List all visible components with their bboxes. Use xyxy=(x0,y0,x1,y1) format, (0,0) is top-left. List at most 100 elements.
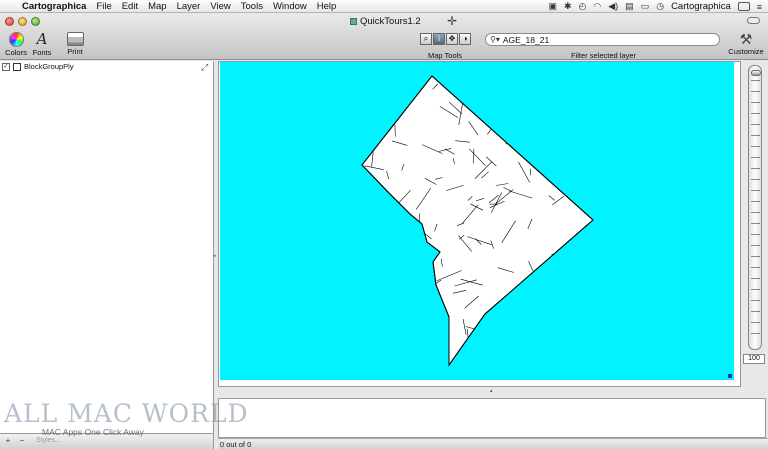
block-boundary-line xyxy=(399,86,408,88)
volume-icon[interactable]: ◀) xyxy=(608,1,618,12)
zoom-tick xyxy=(751,289,760,290)
zoom-tick xyxy=(751,190,760,191)
font-icon: A xyxy=(36,30,48,48)
zoom-tick xyxy=(751,124,760,125)
time-machine-icon[interactable]: ◴ xyxy=(579,1,587,12)
fonts-button[interactable]: A Fonts xyxy=(31,30,53,58)
block-boundary-line xyxy=(505,104,511,112)
print-button[interactable]: Print xyxy=(64,32,86,56)
block-boundary-line xyxy=(362,195,372,215)
block-boundary-line xyxy=(362,146,368,155)
notification-icon[interactable]: ≡ xyxy=(757,2,762,12)
block-boundary-line xyxy=(389,305,407,326)
zoom-tick xyxy=(751,157,760,158)
zoom-window-button[interactable] xyxy=(31,17,40,26)
minimize-window-button[interactable] xyxy=(18,17,27,26)
block-boundary-line xyxy=(513,77,520,82)
selection-count: 0 out of 0 xyxy=(220,440,252,449)
customize-button[interactable]: ⚒ Customize xyxy=(727,31,765,57)
resize-corner-icon[interactable] xyxy=(728,374,732,378)
zoom-tick xyxy=(751,322,760,323)
zoom-tick xyxy=(751,146,760,147)
zoom-slider-thumb[interactable] xyxy=(751,70,761,76)
attribute-table[interactable] xyxy=(218,398,766,438)
menu-window[interactable]: Window xyxy=(273,1,307,12)
menu-file[interactable]: File xyxy=(96,1,111,12)
zoom-tick xyxy=(751,113,760,114)
zoom-tick xyxy=(751,311,760,312)
zoom-tick xyxy=(751,278,760,279)
block-boundary-line xyxy=(586,307,593,326)
wifi-icon[interactable]: ◠ xyxy=(593,1,601,12)
block-boundary-line xyxy=(362,120,366,139)
block-boundary-line xyxy=(554,350,569,354)
block-boundary-line xyxy=(554,361,573,365)
block-boundary-line xyxy=(525,80,531,88)
close-window-button[interactable] xyxy=(5,17,14,26)
menu-edit[interactable]: Edit xyxy=(122,1,138,12)
block-boundary-line xyxy=(406,228,420,231)
menu-tools[interactable]: Tools xyxy=(241,1,263,12)
menu-app-name[interactable]: Cartographica xyxy=(22,1,86,12)
layer-row[interactable]: ✓ BlockGroupPly xyxy=(2,62,74,71)
colors-button[interactable]: Colors xyxy=(4,32,28,57)
block-boundary-line xyxy=(569,240,578,245)
menu-map[interactable]: Map xyxy=(148,1,166,12)
filter-search-field[interactable]: ⚲▾ AGE_18_21 xyxy=(485,33,720,46)
menu-bar: Cartographica File Edit Map Layer View T… xyxy=(0,0,768,13)
tools-icon: ⚒ xyxy=(739,31,753,47)
menu-status-area: ▣ ✱ ◴ ◠ ◀) ▤ ▭ ◷ Cartographica ≡ xyxy=(548,0,762,13)
block-boundary-line xyxy=(552,291,555,310)
block-boundary-line xyxy=(505,327,516,335)
zoom-tick xyxy=(751,135,760,136)
info-tool-icon[interactable]: i xyxy=(433,33,445,45)
zoom-tool-icon[interactable]: ⌕ xyxy=(420,33,432,45)
block-boundary-line xyxy=(559,270,570,282)
block-boundary-line xyxy=(362,359,376,365)
status-app-name[interactable]: Cartographica xyxy=(671,1,731,12)
screen-sharing-icon[interactable]: ▣ xyxy=(548,1,557,12)
map-split-grip-icon[interactable]: ▴ xyxy=(490,388,493,394)
zoom-tick xyxy=(751,223,760,224)
battery-icon[interactable]: ▭ xyxy=(641,1,650,12)
map-canvas[interactable] xyxy=(220,62,734,380)
block-boundary-line xyxy=(467,356,475,365)
zoom-tick xyxy=(751,245,760,246)
customize-label: Customize xyxy=(728,47,764,56)
window-toolbar: QuickTours1.2 ✛ Colors A Fonts Print ⌕ i… xyxy=(0,14,768,60)
block-boundary-line xyxy=(486,316,509,329)
window-title: QuickTours1.2 xyxy=(350,16,421,27)
layer-style-swatch[interactable] xyxy=(13,62,21,71)
rotate-tool-icon[interactable]: ◑ xyxy=(459,33,471,45)
zoom-value-field[interactable]: 100 xyxy=(743,354,765,364)
map-view[interactable] xyxy=(218,61,741,387)
block-boundary-line xyxy=(419,245,426,253)
block-boundary-line xyxy=(369,304,397,315)
district-outline[interactable] xyxy=(361,75,594,367)
menu-view[interactable]: View xyxy=(210,1,230,12)
expand-icon[interactable]: ⤢ xyxy=(201,62,208,73)
menu-help[interactable]: Help xyxy=(317,1,337,12)
zoom-tick xyxy=(751,102,760,103)
clock-icon[interactable]: ◷ xyxy=(656,1,664,12)
menu-layer[interactable]: Layer xyxy=(177,1,201,12)
toolbar-toggle-button[interactable] xyxy=(747,17,760,24)
zoom-slider[interactable] xyxy=(743,61,768,366)
input-menu-icon[interactable]: ▤ xyxy=(625,1,634,12)
colors-label: Colors xyxy=(5,48,27,57)
pan-tool-icon[interactable]: ✥ xyxy=(446,33,458,45)
layer-visibility-checkbox[interactable]: ✓ xyxy=(2,62,10,71)
district-map-shape[interactable] xyxy=(361,75,594,367)
styles-popup[interactable]: Styles... xyxy=(36,437,61,444)
print-label: Print xyxy=(67,47,83,56)
split-view-grip-icon[interactable]: ◂ xyxy=(213,253,216,259)
status-bar: 0 out of 0 xyxy=(218,438,768,449)
remove-layer-button[interactable]: − xyxy=(16,436,28,445)
search-icon: ⚲▾ xyxy=(490,35,500,44)
bluetooth-icon[interactable]: ✱ xyxy=(564,1,572,12)
spotlight-icon[interactable] xyxy=(737,2,750,11)
add-layer-button[interactable]: + xyxy=(2,436,14,445)
block-boundary-line xyxy=(514,97,528,110)
zoom-slider-track[interactable] xyxy=(748,65,762,350)
block-boundary-line xyxy=(370,79,392,89)
